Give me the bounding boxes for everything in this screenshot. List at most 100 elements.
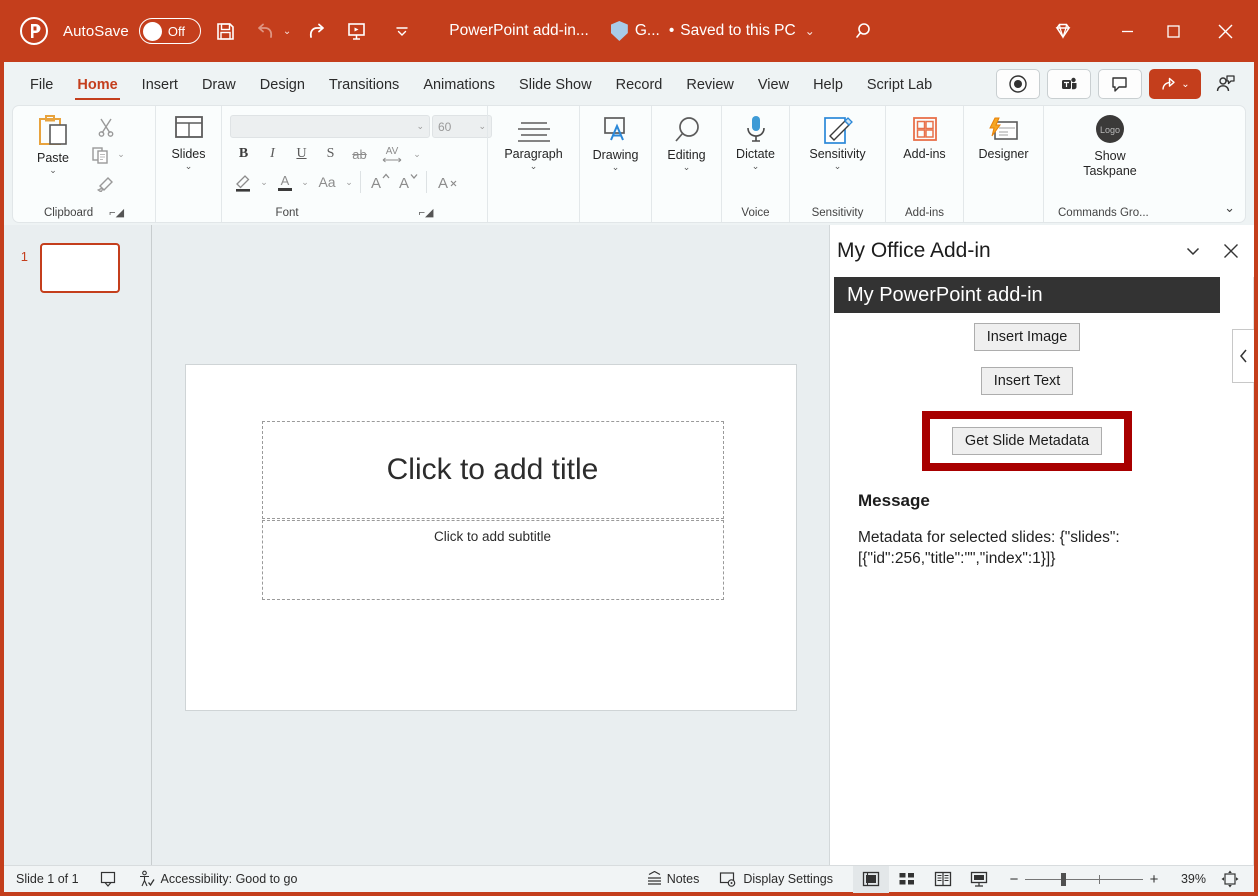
collapse-ribbon-button[interactable]: ⌄	[1224, 200, 1235, 216]
slide-count-indicator[interactable]: Slide 1 of 1	[4, 866, 89, 893]
insert-image-button[interactable]: Insert Image	[974, 323, 1081, 351]
change-case-chevron-icon[interactable]: ⌄	[343, 177, 355, 188]
fit-to-window-button[interactable]	[1212, 866, 1248, 893]
minimize-button[interactable]	[1104, 0, 1150, 62]
italic-button[interactable]: I	[259, 141, 286, 167]
title-placeholder[interactable]: Click to add title	[262, 421, 724, 519]
font-size-combo[interactable]: 60 ⌄	[432, 115, 492, 138]
close-button[interactable]	[1196, 0, 1254, 62]
paragraph-button[interactable]: Paragraph ⌄	[490, 110, 577, 171]
comments-button[interactable]	[1098, 69, 1142, 99]
search-icon[interactable]	[853, 20, 875, 42]
tab-help[interactable]: Help	[801, 68, 855, 102]
normal-view-button[interactable]	[853, 866, 889, 893]
font-color-chevron-icon[interactable]: ⌄	[299, 177, 311, 188]
taskpane-collapse-tab[interactable]	[1232, 329, 1254, 383]
paste-chevron-icon[interactable]: ⌄	[49, 166, 57, 175]
maximize-button[interactable]	[1150, 0, 1196, 62]
paste-button[interactable]: Paste ⌄	[23, 110, 83, 175]
decrease-font-size-button[interactable]: A	[394, 169, 421, 195]
tab-file[interactable]: File	[18, 68, 65, 102]
highlight-chevron-icon[interactable]: ⌄	[258, 177, 270, 188]
start-presentation-icon[interactable]	[341, 16, 371, 46]
share-button[interactable]: ⌄	[1149, 69, 1201, 99]
slide-sorter-button[interactable]	[889, 866, 925, 893]
sensitivity-button[interactable]: Sensitivity ⌄	[792, 110, 883, 171]
save-status[interactable]: Saved to this PC	[680, 22, 795, 40]
tab-design[interactable]: Design	[248, 68, 317, 102]
slides-button[interactable]: Slides ⌄	[158, 110, 219, 171]
cut-icon[interactable]	[91, 113, 121, 140]
increase-font-size-button[interactable]: A	[366, 169, 393, 195]
slideshow-button[interactable]	[961, 866, 997, 893]
zoom-handle[interactable]	[1061, 873, 1066, 886]
customize-quick-access-toolbar-icon[interactable]	[387, 16, 417, 46]
clipboard-dialog-launcher[interactable]: ⌐◢	[109, 204, 124, 222]
zoom-track[interactable]	[1025, 879, 1143, 880]
zoom-in-button[interactable]: +	[1143, 871, 1165, 888]
record-button[interactable]	[996, 69, 1040, 99]
bold-button[interactable]: B	[230, 141, 257, 167]
get-slide-metadata-button[interactable]: Get Slide Metadata	[952, 427, 1102, 455]
notes-indicator[interactable]	[89, 866, 127, 893]
tab-view[interactable]: View	[746, 68, 801, 102]
strikethrough-button[interactable]: ab	[346, 141, 373, 167]
save-status-chevron-icon[interactable]: ⌄	[805, 24, 815, 38]
redo-icon[interactable]	[301, 16, 331, 46]
gem-icon[interactable]	[1052, 20, 1074, 42]
underline-button[interactable]: U	[288, 141, 315, 167]
dictate-button[interactable]: Dictate ⌄	[724, 110, 787, 171]
slide-thumbnail-1[interactable]	[40, 243, 120, 293]
designer-button[interactable]: Designer	[966, 110, 1041, 161]
editing-chevron-icon[interactable]: ⌄	[683, 163, 691, 172]
zoom-slider[interactable]: − +	[997, 871, 1171, 888]
notes-button[interactable]: Notes	[634, 866, 710, 893]
drawing-button[interactable]: Drawing ⌄	[582, 110, 649, 172]
character-spacing-button[interactable]: AV	[375, 141, 409, 167]
invite-people-button[interactable]	[1208, 69, 1244, 99]
zoom-level-label[interactable]: 39%	[1171, 872, 1212, 886]
zoom-out-button[interactable]: −	[1003, 871, 1025, 888]
tab-draw[interactable]: Draw	[190, 68, 248, 102]
taskpane-close-icon[interactable]	[1212, 232, 1250, 270]
display-settings-button[interactable]: Display Settings	[709, 866, 843, 893]
accessibility-indicator[interactable]: Accessibility: Good to go	[127, 866, 308, 893]
subtitle-placeholder[interactable]: Click to add subtitle	[262, 520, 724, 600]
tab-animations[interactable]: Animations	[411, 68, 507, 102]
undo-icon[interactable]	[251, 16, 281, 46]
tab-home[interactable]: Home	[65, 68, 129, 102]
change-case-button[interactable]: Aa	[312, 169, 342, 195]
tab-review[interactable]: Review	[674, 68, 746, 102]
addins-button[interactable]: Add-ins	[888, 110, 961, 161]
tab-insert[interactable]: Insert	[130, 68, 190, 102]
taskpane-options-chevron-icon[interactable]	[1174, 232, 1212, 270]
share-chevron-icon[interactable]: ⌄	[1181, 79, 1189, 90]
tab-transitions[interactable]: Transitions	[317, 68, 411, 102]
font-dialog-launcher[interactable]: ⌐◢	[419, 204, 434, 222]
undo-dropdown-chevron-icon[interactable]: ⌄	[283, 26, 291, 37]
slides-chevron-icon[interactable]: ⌄	[185, 162, 193, 171]
reading-view-button[interactable]	[925, 866, 961, 893]
clear-formatting-button[interactable]: A	[432, 169, 459, 195]
document-title[interactable]: PowerPoint add-in...	[449, 22, 589, 40]
autosave-toggle[interactable]: Off	[139, 18, 201, 44]
show-taskpane-button[interactable]: Logo Show Taskpane	[1060, 110, 1160, 178]
paragraph-chevron-icon[interactable]: ⌄	[530, 162, 538, 171]
editing-button[interactable]: Editing ⌄	[654, 110, 719, 172]
slide-canvas[interactable]: Click to add title Click to add subtitle	[185, 364, 797, 711]
font-color-button[interactable]: A	[271, 169, 298, 195]
teams-button[interactable]	[1047, 69, 1091, 99]
tab-slide-show[interactable]: Slide Show	[507, 68, 604, 102]
tab-record[interactable]: Record	[604, 68, 675, 102]
save-icon[interactable]	[211, 16, 241, 46]
copy-chevron-icon[interactable]: ⌄	[115, 149, 127, 160]
format-painter-icon[interactable]	[91, 169, 121, 196]
dictate-chevron-icon[interactable]: ⌄	[752, 162, 760, 171]
character-spacing-chevron-icon[interactable]: ⌄	[411, 149, 423, 160]
sensitivity-chevron-icon[interactable]: ⌄	[834, 162, 842, 171]
tab-script-lab[interactable]: Script Lab	[855, 68, 944, 102]
text-shadow-button[interactable]: S	[317, 141, 344, 167]
font-name-combo[interactable]: ⌄	[230, 115, 430, 138]
drawing-chevron-icon[interactable]: ⌄	[612, 163, 620, 172]
copy-icon[interactable]	[85, 141, 115, 168]
